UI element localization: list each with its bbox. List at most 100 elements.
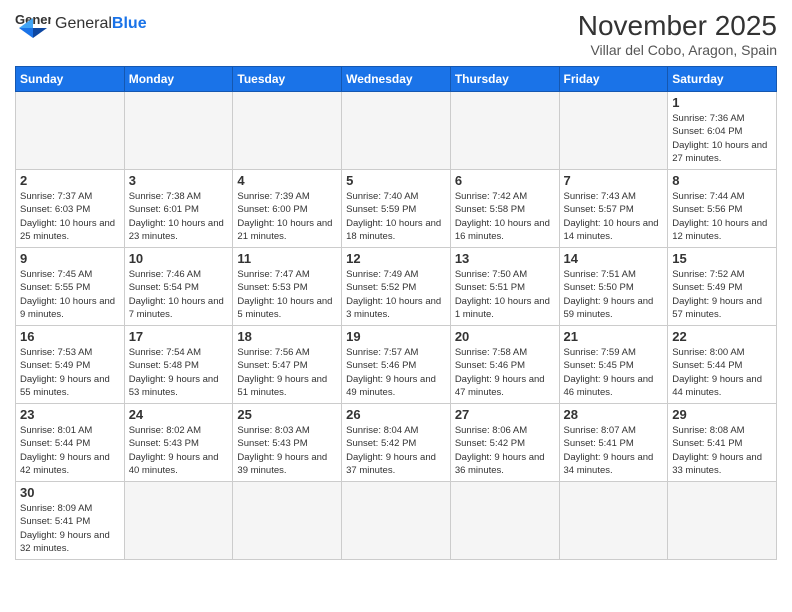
calendar: SundayMondayTuesdayWednesdayThursdayFrid… (15, 66, 777, 560)
calendar-cell: 20 Sunrise: 7:58 AM Sunset: 5:46 PM Dayli… (450, 326, 559, 404)
day-info: Sunrise: 7:44 AM Sunset: 5:56 PM Dayligh… (672, 190, 772, 243)
calendar-cell (124, 92, 233, 170)
calendar-cell (16, 92, 125, 170)
calendar-cell: 5 Sunrise: 7:40 AM Sunset: 5:59 PM Daylig… (342, 170, 451, 248)
weekday-row: SundayMondayTuesdayWednesdayThursdayFrid… (16, 67, 777, 92)
day-number: 4 (237, 173, 337, 188)
week-row-0: 1 Sunrise: 7:36 AM Sunset: 6:04 PM Daylig… (16, 92, 777, 170)
day-info: Sunrise: 8:06 AM Sunset: 5:42 PM Dayligh… (455, 424, 555, 477)
day-number: 20 (455, 329, 555, 344)
day-info: Sunrise: 7:40 AM Sunset: 5:59 PM Dayligh… (346, 190, 446, 243)
day-number: 11 (237, 251, 337, 266)
week-row-5: 30Sunrise: 8:09 AM Sunset: 5:41 PM Dayli… (16, 482, 777, 560)
calendar-cell: 13 Sunrise: 7:50 AM Sunset: 5:51 PM Dayli… (450, 248, 559, 326)
weekday-header-sunday: Sunday (16, 67, 125, 92)
page: General GeneralBlue November 2025 Villar… (0, 0, 792, 570)
calendar-cell: 10Sunrise: 7:46 AM Sunset: 5:54 PM Dayli… (124, 248, 233, 326)
day-number: 7 (564, 173, 664, 188)
location: Villar del Cobo, Aragon, Spain (578, 42, 777, 58)
day-number: 21 (564, 329, 664, 344)
calendar-cell: 12Sunrise: 7:49 AM Sunset: 5:52 PM Dayli… (342, 248, 451, 326)
calendar-cell: 4 Sunrise: 7:39 AM Sunset: 6:00 PM Daylig… (233, 170, 342, 248)
day-info: Sunrise: 8:02 AM Sunset: 5:43 PM Dayligh… (129, 424, 229, 477)
day-number: 28 (564, 407, 664, 422)
day-info: Sunrise: 7:49 AM Sunset: 5:52 PM Dayligh… (346, 268, 446, 321)
weekday-header-monday: Monday (124, 67, 233, 92)
day-number: 1 (672, 95, 772, 110)
day-info: Sunrise: 7:59 AM Sunset: 5:45 PM Dayligh… (564, 346, 664, 399)
day-info: Sunrise: 7:51 AM Sunset: 5:50 PM Dayligh… (564, 268, 664, 321)
day-info: Sunrise: 7:58 AM Sunset: 5:46 PM Dayligh… (455, 346, 555, 399)
calendar-cell: 26 Sunrise: 8:04 AM Sunset: 5:42 PM Dayli… (342, 404, 451, 482)
weekday-header-thursday: Thursday (450, 67, 559, 92)
calendar-cell (233, 92, 342, 170)
day-number: 14 (564, 251, 664, 266)
day-number: 19 (346, 329, 446, 344)
logo: General GeneralBlue (15, 10, 147, 38)
day-info: Sunrise: 8:07 AM Sunset: 5:41 PM Dayligh… (564, 424, 664, 477)
day-info: Sunrise: 7:36 AM Sunset: 6:04 PM Dayligh… (672, 112, 772, 165)
day-info: Sunrise: 7:57 AM Sunset: 5:46 PM Dayligh… (346, 346, 446, 399)
calendar-cell: 21 Sunrise: 7:59 AM Sunset: 5:45 PM Dayli… (559, 326, 668, 404)
calendar-cell: 14 Sunrise: 7:51 AM Sunset: 5:50 PM Dayli… (559, 248, 668, 326)
day-info: Sunrise: 8:03 AM Sunset: 5:43 PM Dayligh… (237, 424, 337, 477)
day-number: 27 (455, 407, 555, 422)
calendar-cell: 25 Sunrise: 8:03 AM Sunset: 5:43 PM Dayli… (233, 404, 342, 482)
day-number: 9 (20, 251, 120, 266)
day-info: Sunrise: 8:04 AM Sunset: 5:42 PM Dayligh… (346, 424, 446, 477)
calendar-cell: 1 Sunrise: 7:36 AM Sunset: 6:04 PM Daylig… (668, 92, 777, 170)
calendar-cell (559, 92, 668, 170)
day-number: 30 (20, 485, 120, 500)
day-info: Sunrise: 7:50 AM Sunset: 5:51 PM Dayligh… (455, 268, 555, 321)
calendar-cell (342, 482, 451, 560)
calendar-cell: 24 Sunrise: 8:02 AM Sunset: 5:43 PM Dayli… (124, 404, 233, 482)
calendar-cell (233, 482, 342, 560)
weekday-header-saturday: Saturday (668, 67, 777, 92)
calendar-cell: 8Sunrise: 7:44 AM Sunset: 5:56 PM Daylig… (668, 170, 777, 248)
calendar-cell: 6 Sunrise: 7:42 AM Sunset: 5:58 PM Daylig… (450, 170, 559, 248)
calendar-cell (559, 482, 668, 560)
week-row-1: 2Sunrise: 7:37 AM Sunset: 6:03 PM Daylig… (16, 170, 777, 248)
day-number: 24 (129, 407, 229, 422)
calendar-cell (450, 482, 559, 560)
calendar-cell: 22Sunrise: 8:00 AM Sunset: 5:44 PM Dayli… (668, 326, 777, 404)
day-info: Sunrise: 7:42 AM Sunset: 5:58 PM Dayligh… (455, 190, 555, 243)
day-number: 6 (455, 173, 555, 188)
calendar-cell: 29Sunrise: 8:08 AM Sunset: 5:41 PM Dayli… (668, 404, 777, 482)
day-number: 18 (237, 329, 337, 344)
day-number: 25 (237, 407, 337, 422)
week-row-4: 23Sunrise: 8:01 AM Sunset: 5:44 PM Dayli… (16, 404, 777, 482)
weekday-header-tuesday: Tuesday (233, 67, 342, 92)
calendar-cell: 16Sunrise: 7:53 AM Sunset: 5:49 PM Dayli… (16, 326, 125, 404)
day-number: 2 (20, 173, 120, 188)
month-title: November 2025 (578, 10, 777, 42)
header: General GeneralBlue November 2025 Villar… (15, 10, 777, 58)
day-info: Sunrise: 7:47 AM Sunset: 5:53 PM Dayligh… (237, 268, 337, 321)
calendar-cell: 17Sunrise: 7:54 AM Sunset: 5:48 PM Dayli… (124, 326, 233, 404)
calendar-cell (342, 92, 451, 170)
day-info: Sunrise: 7:45 AM Sunset: 5:55 PM Dayligh… (20, 268, 120, 321)
title-section: November 2025 Villar del Cobo, Aragon, S… (578, 10, 777, 58)
calendar-cell: 28 Sunrise: 8:07 AM Sunset: 5:41 PM Dayli… (559, 404, 668, 482)
calendar-cell: 30Sunrise: 8:09 AM Sunset: 5:41 PM Dayli… (16, 482, 125, 560)
day-number: 5 (346, 173, 446, 188)
day-number: 26 (346, 407, 446, 422)
calendar-cell: 27 Sunrise: 8:06 AM Sunset: 5:42 PM Dayli… (450, 404, 559, 482)
calendar-cell (668, 482, 777, 560)
week-row-3: 16Sunrise: 7:53 AM Sunset: 5:49 PM Dayli… (16, 326, 777, 404)
day-info: Sunrise: 7:39 AM Sunset: 6:00 PM Dayligh… (237, 190, 337, 243)
day-number: 10 (129, 251, 229, 266)
calendar-cell (124, 482, 233, 560)
day-number: 3 (129, 173, 229, 188)
calendar-cell (450, 92, 559, 170)
day-info: Sunrise: 7:53 AM Sunset: 5:49 PM Dayligh… (20, 346, 120, 399)
calendar-cell: 15Sunrise: 7:52 AM Sunset: 5:49 PM Dayli… (668, 248, 777, 326)
calendar-cell: 7Sunrise: 7:43 AM Sunset: 5:57 PM Daylig… (559, 170, 668, 248)
day-number: 13 (455, 251, 555, 266)
weekday-header-wednesday: Wednesday (342, 67, 451, 92)
day-info: Sunrise: 8:01 AM Sunset: 5:44 PM Dayligh… (20, 424, 120, 477)
calendar-body: 1 Sunrise: 7:36 AM Sunset: 6:04 PM Daylig… (16, 92, 777, 560)
day-number: 17 (129, 329, 229, 344)
logo-text: GeneralBlue (55, 15, 147, 33)
weekday-header-friday: Friday (559, 67, 668, 92)
